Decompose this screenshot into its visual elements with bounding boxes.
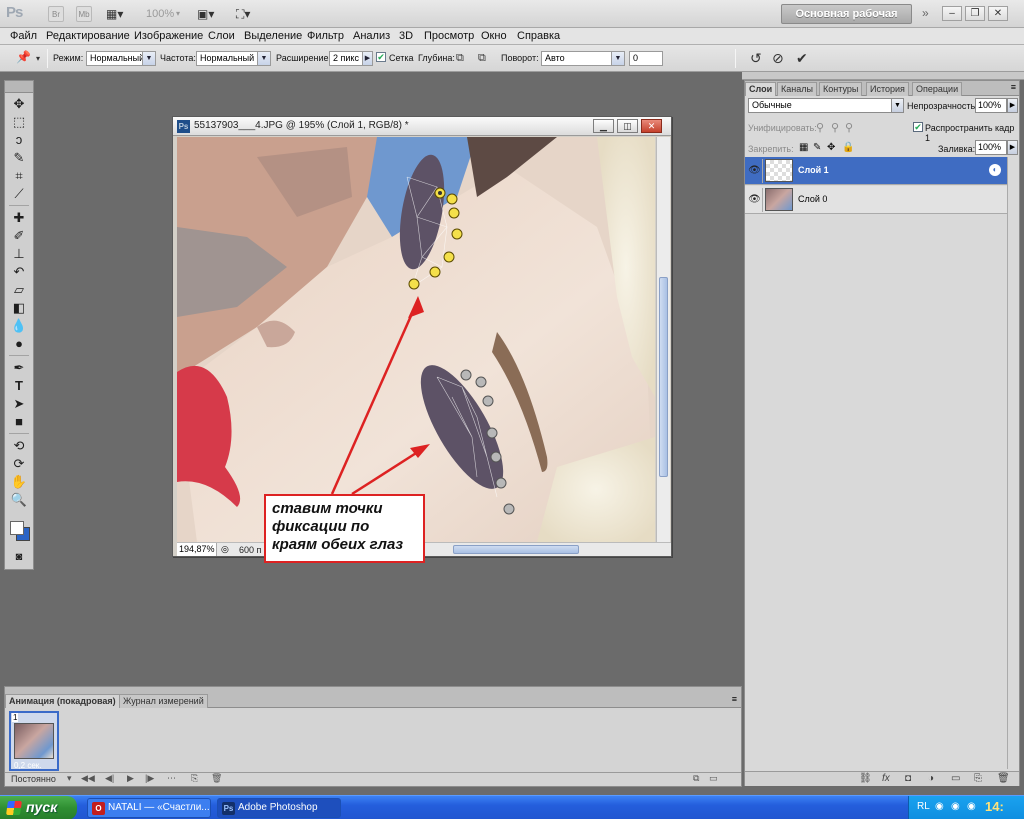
link-layers-icon[interactable]: ⛓ <box>859 773 872 784</box>
start-button[interactable]: пуск <box>0 796 77 819</box>
frame-thumbnail <box>14 723 54 759</box>
layers-panel: Слои Каналы Контуры История Операции ≡ О… <box>744 80 1020 786</box>
propagate-frame-checkbox[interactable]: ✔ <box>913 122 923 132</box>
panel-menu-icon[interactable]: ≡ <box>732 694 737 704</box>
tray-icon-2[interactable]: ◉ <box>951 801 960 812</box>
animation-panel-tabs: Анимация (покадровая) Журнал измерений ≡ <box>5 694 741 708</box>
eye-icon[interactable]: 👁 <box>747 188 763 212</box>
panel-menu-icon[interactable]: ≡ <box>1011 82 1016 92</box>
tab-actions[interactable]: Операции <box>912 82 963 96</box>
layer-row[interactable]: 👁 Слой 1 ◐ <box>745 157 1007 185</box>
trash-icon[interactable]: 🗑 <box>997 773 1010 784</box>
adjustment-layer-icon[interactable]: ◑ <box>928 773 934 784</box>
new-group-icon[interactable]: ▭ <box>951 773 960 784</box>
lock-position-icon[interactable]: ✥ <box>827 142 835 153</box>
opacity-label: Непрозрачность: <box>907 101 978 111</box>
tray-icon-1[interactable]: ◉ <box>935 801 944 812</box>
eye-icon[interactable]: 👁 <box>747 159 763 183</box>
layer-row[interactable]: 👁 Слой 0 <box>745 186 1007 214</box>
layer-name: Слой 1 <box>798 165 829 175</box>
next-frame-icon[interactable]: |▶ <box>145 773 154 784</box>
tab-channels[interactable]: Каналы <box>777 82 817 96</box>
tab-layers[interactable]: Слои <box>745 82 777 96</box>
loop-dropdown-icon[interactable]: ▾ <box>67 773 72 784</box>
animation-panel: Анимация (покадровая) Журнал измерений ≡… <box>4 686 742 787</box>
timeline-icon[interactable]: ▭ <box>709 773 718 784</box>
taskbar-item-browser[interactable]: O NATALI — «Счастли... <box>87 798 211 818</box>
animation-toolbar: Постоянно ▾ ◀◀ ◀| ▶ |▶ ⋯ ⎘ 🗑 ⧉ ▭ <box>5 772 741 786</box>
opacity-input[interactable]: 100% <box>975 98 1007 113</box>
frame-delay[interactable]: 0,2 сек. <box>14 761 42 770</box>
clock[interactable]: 14: <box>985 799 1004 814</box>
tab-paths[interactable]: Контуры <box>819 82 863 96</box>
tween-icon[interactable]: ⋯ <box>167 773 176 784</box>
system-tray: RL ◉ ◉ ◉ 14: <box>908 796 1024 819</box>
tab-animation[interactable]: Анимация (покадровая) <box>5 694 120 708</box>
photoshop-icon: Ps <box>222 802 235 815</box>
frame-number: 1 <box>12 713 19 722</box>
tab-measurement-log[interactable]: Журнал измерений <box>119 694 208 708</box>
unify-style-icon[interactable]: ⚲ <box>845 121 853 134</box>
delete-frame-icon[interactable]: 🗑 <box>211 773 222 784</box>
layer-list: 👁 Слой 1 ◐ 👁 Слой 0 <box>745 157 1019 292</box>
taskbar-item-photoshop[interactable]: Ps Adobe Photoshop CS... <box>217 798 341 818</box>
chevron-down-icon: ▼ <box>891 99 903 112</box>
animation-frame[interactable]: 1 0,2 сек. <box>9 711 59 771</box>
layers-scrollbar[interactable] <box>1007 157 1019 769</box>
start-label: пуск <box>26 799 58 815</box>
lock-all-icon[interactable]: 🔒 <box>842 142 854 153</box>
layer-thumbnail <box>765 159 793 182</box>
taskbar-item-label: Adobe Photoshop CS... <box>238 802 318 813</box>
fill-label: Заливка: <box>938 144 976 154</box>
layer-thumbnail <box>765 188 793 211</box>
smart-object-icon: ◐ <box>989 164 1001 176</box>
tab-history[interactable]: История <box>866 82 909 96</box>
animation-panel-header[interactable] <box>5 687 741 694</box>
taskbar-item-label: NATALI — «Счастли... <box>108 802 210 813</box>
convert-timeline-icon[interactable]: ⧉ <box>693 773 699 784</box>
add-mask-icon[interactable]: ◘ <box>905 773 911 784</box>
windows-taskbar: пуск O NATALI — «Счастли... Ps Adobe Pho… <box>0 795 1024 819</box>
first-frame-icon[interactable]: ◀◀ <box>81 773 95 784</box>
loop-select[interactable]: Постоянно <box>11 774 56 784</box>
annotation-callout: ставим точки фиксации по краям обеих гла… <box>264 494 425 563</box>
unify-label: Унифицировать: <box>748 123 817 133</box>
tray-icon-3[interactable]: ◉ <box>967 801 976 812</box>
fill-input[interactable]: 100% <box>975 140 1007 155</box>
opera-icon: O <box>92 802 105 815</box>
unify-visibility-icon[interactable]: ⚲ <box>831 121 839 134</box>
lock-pixels-icon[interactable]: ✎ <box>813 142 821 153</box>
layers-panel-toolbar: ⛓ fx ◘ ◑ ▭ ⎘ 🗑 <box>745 771 1019 786</box>
lock-label: Закрепить: <box>748 144 794 154</box>
lock-transparency-icon[interactable]: ▦ <box>799 142 808 153</box>
blend-mode-value: Обычные <box>752 100 792 110</box>
previous-frame-icon[interactable]: ◀| <box>105 773 114 784</box>
panel-dock-header[interactable] <box>742 72 1024 80</box>
blend-mode-select[interactable]: Обычные ▼ <box>748 98 904 113</box>
windows-logo-icon <box>6 801 22 815</box>
language-indicator[interactable]: RL <box>917 801 930 812</box>
duplicate-frame-icon[interactable]: ⎘ <box>191 773 198 784</box>
layer-style-icon[interactable]: fx <box>882 773 890 784</box>
play-icon[interactable]: ▶ <box>127 773 134 784</box>
opacity-slider-icon[interactable]: ▶ <box>1007 98 1018 113</box>
layer-name: Слой 0 <box>798 194 828 204</box>
layers-panel-tabs: Слои Каналы Контуры История Операции ≡ <box>745 81 1019 96</box>
unify-position-icon[interactable]: ⚲ <box>816 121 824 134</box>
new-layer-icon[interactable]: ⎘ <box>974 773 982 784</box>
fill-slider-icon[interactable]: ▶ <box>1007 140 1018 155</box>
